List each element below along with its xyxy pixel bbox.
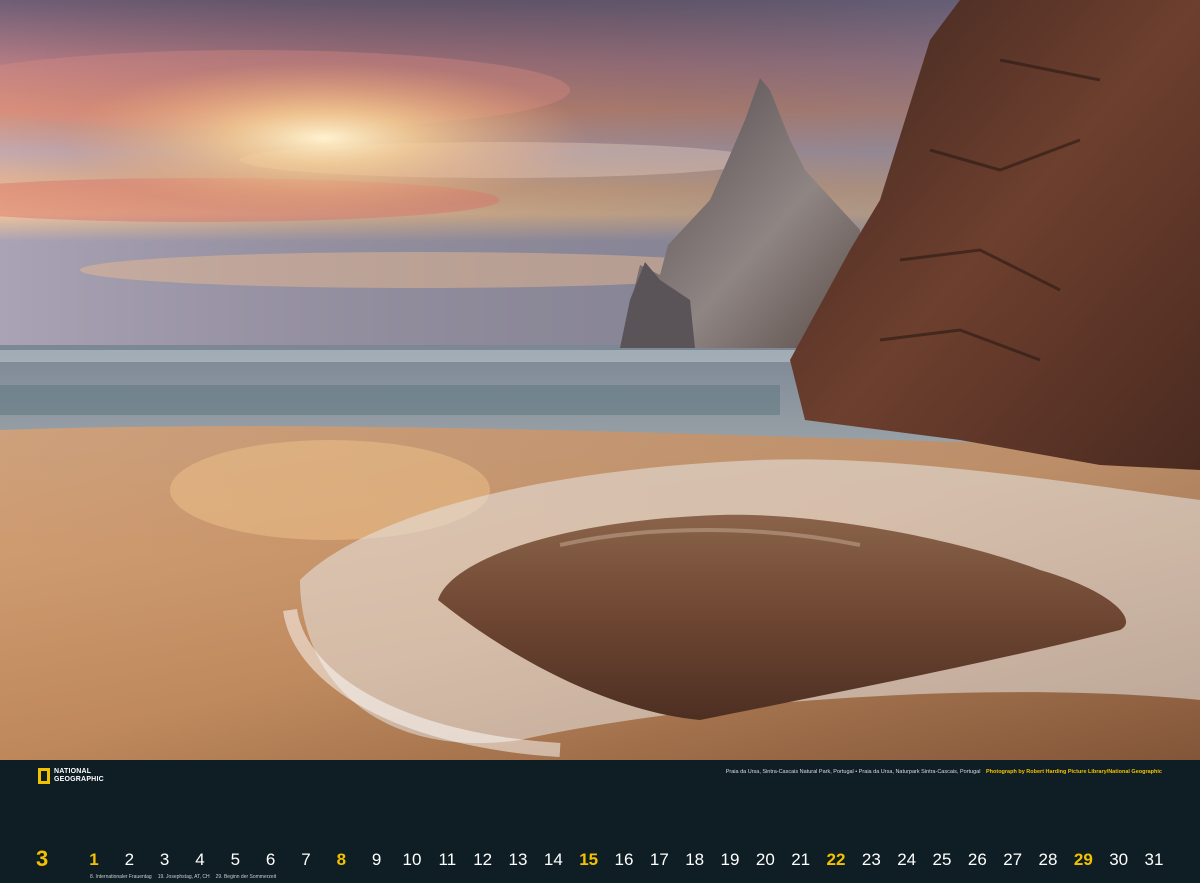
caption-location: Praia da Ursa, Sintra-Cascais Natural Pa… (725, 769, 981, 775)
day-30: 30 (1109, 850, 1129, 869)
day-14: 14 (543, 850, 563, 869)
day-5: 5 (230, 850, 241, 869)
day-12: 12 (473, 850, 493, 869)
day-29: 29 (1073, 850, 1093, 869)
day-22: 22 (826, 850, 846, 869)
holiday-note: 29. Beginn der Sommerzeit (215, 874, 277, 880)
day-7: 7 (301, 850, 311, 869)
day-1: 1 (89, 850, 99, 869)
logo-line2: GEOGRAPHIC (54, 776, 104, 783)
day-24: 24 (897, 850, 917, 869)
day-31: 31 (1144, 850, 1164, 869)
national-geographic-logo: NATIONAL GEOGRAPHIC (38, 768, 104, 784)
day-4: 4 (195, 850, 205, 869)
day-10: 10 (402, 850, 422, 869)
day-19: 19 (720, 850, 740, 869)
calendar-footer: NATIONAL GEOGRAPHIC Praia da Ursa, Sintra… (0, 760, 1200, 883)
day-27: 27 (1003, 850, 1023, 869)
day-21: 21 (791, 850, 811, 869)
photo-caption: Praia da Ursa, Sintra-Cascais Natural Pa… (726, 769, 1162, 775)
day-17: 17 (649, 850, 669, 869)
day-20: 20 (755, 850, 775, 869)
day-18: 18 (685, 850, 705, 869)
day-15: 15 (579, 850, 599, 869)
day-9: 9 (371, 850, 382, 869)
day-25: 25 (932, 850, 952, 869)
yellow-border-icon (38, 768, 50, 784)
day-23: 23 (861, 850, 881, 869)
day-6: 6 (265, 850, 276, 869)
day-8: 8 (336, 850, 347, 869)
day-11: 11 (438, 850, 457, 869)
logo-line1: NATIONAL (54, 768, 92, 775)
holiday-note: 8. Internationaler Frauentag (90, 874, 152, 880)
day-3: 3 (159, 850, 170, 869)
holiday-notes: 8. Internationaler Frauentag 19. Josephst… (90, 874, 282, 880)
day-16: 16 (614, 850, 634, 869)
calendar-page: NATIONAL GEOGRAPHIC Praia da Ursa, Sintra… (0, 0, 1200, 883)
day-28: 28 (1038, 850, 1058, 869)
day-2: 2 (124, 850, 135, 869)
caption-credit: Photograph by Robert Harding Picture Lib… (985, 769, 1162, 775)
day-13: 13 (508, 850, 528, 869)
logo-text: NATIONAL GEOGRAPHIC (54, 768, 104, 784)
day-26: 26 (967, 850, 987, 869)
landscape-photo (0, 0, 1200, 760)
holiday-note: 19. Josephstag, AT, CH (157, 874, 210, 880)
days-row: 1 2 3 4 5 6 7 8 9 10 11 12 13 14 15 16 17 18 19 20 21 22 23 24 2… (0, 850, 1200, 872)
